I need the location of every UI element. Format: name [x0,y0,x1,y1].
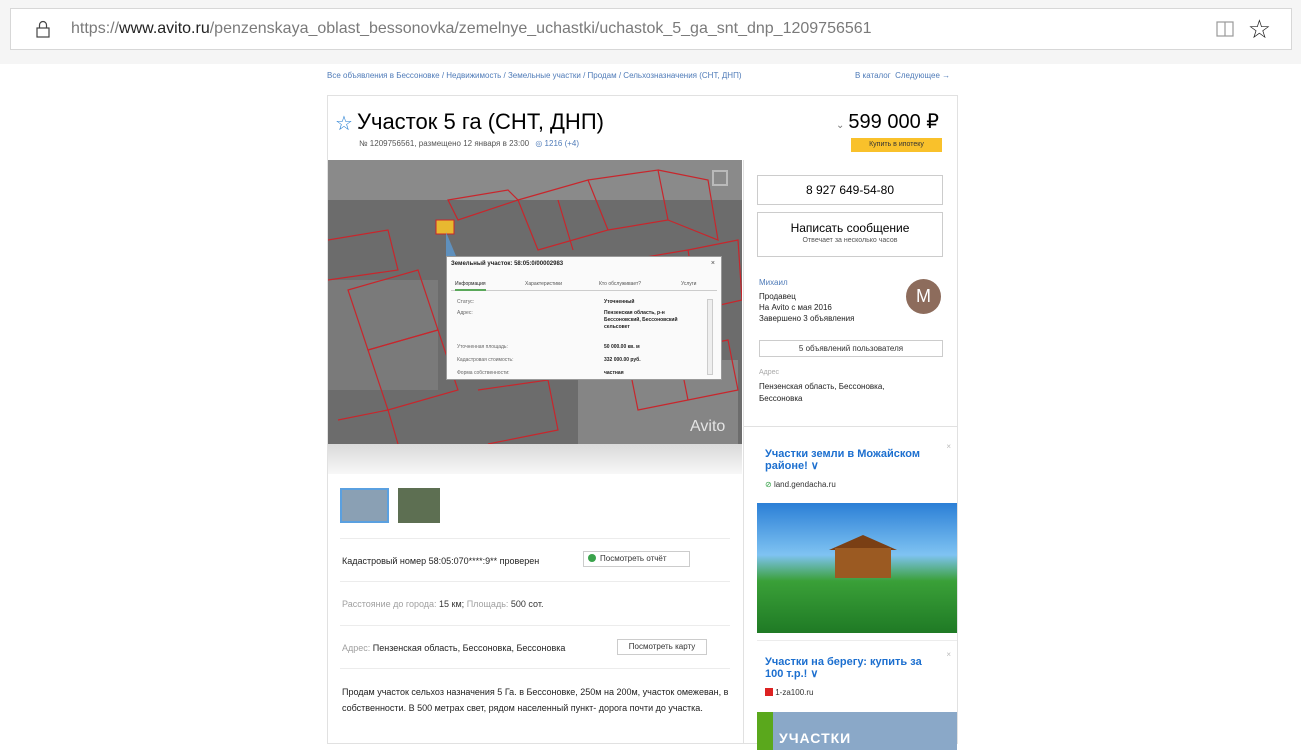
popup-close-icon[interactable]: × [711,260,715,267]
catalog-link[interactable]: В каталог [855,71,891,80]
ad-close-icon[interactable]: × [946,650,951,659]
listing-meta-text: № 1209756561, размещено 12 января в 23:0… [359,139,530,148]
fullscreen-icon[interactable] [712,170,728,186]
lock-icon [36,20,50,38]
thumbnail-2[interactable] [398,488,440,523]
popup-value-cost: 332 000.00 руб. [604,357,641,363]
photo-strip-fade [328,444,742,474]
address-value: Пензенская область, Бессоновка, Бессонов… [372,643,566,653]
popup-value-status: Уточненный [604,299,635,305]
write-message-button[interactable]: Написать сообщение Отвечает за несколько… [757,212,943,257]
browser-toolbar: https://www.avito.ru/penzenskaya_oblast_… [0,0,1301,64]
popup-value-address: Пензенская область, р-н Бессоновский, Бе… [604,310,678,330]
house [835,548,891,578]
ad-domain-text: 1-za100.ru [775,688,814,697]
response-time: Отвечает за несколько часов [802,237,898,244]
ad-block-1[interactable]: Участки земли в Можайском районе! ∨ × ⊘ … [757,442,957,634]
ad-block-2[interactable]: Участки на берегу: купить за 100 т.р.! ∨… [757,650,957,750]
address-bar[interactable]: https://www.avito.ru/penzenskaya_oblast_… [10,8,1292,50]
popup-value-ownership: частная [604,370,624,376]
view-report-button[interactable]: Посмотреть отчёт [583,551,690,567]
sidebar-address-label: Адрес [759,369,780,376]
popup-label-area: Уточненная площадь: [457,344,508,350]
popup-tab-characteristics[interactable]: Характеристики [525,281,562,287]
url-text[interactable]: https://www.avito.ru/penzenskaya_oblast_… [71,20,872,38]
distance-value: 15 км; [439,599,465,609]
avatar[interactable]: М [906,279,941,314]
ad-close-icon[interactable]: × [946,442,951,451]
seller-closed: Завершено 3 объявления [759,314,855,323]
view-report-label: Посмотреть отчёт [600,554,667,563]
popup-tab-services[interactable]: Услуги [681,281,696,287]
main-photo-map[interactable]: Земельный участок: 58:05:0/00002983 × Ин… [328,160,742,444]
breadcrumb-nav: В каталог Следующее → [855,71,950,80]
seller-info: Продавец На Avito с мая 2016 Завершено 3… [759,291,854,324]
divider [340,668,730,669]
next-link[interactable]: Следующее → [895,71,950,80]
popup-title: Земельный участок: 58:05:0/00002983 [451,261,564,267]
globe-icon: ⊘ [765,480,772,489]
listing-meta: № 1209756561, размещено 12 января в 23:0… [359,139,579,148]
popup-label-ownership: Форма собственности: [457,370,510,376]
favorite-icon[interactable]: ☆ [335,111,353,136]
reading-view-icon[interactable] [1215,19,1235,39]
price-value: 599 000 ₽ [848,111,939,133]
mortgage-button[interactable]: Купить в ипотеку [851,138,942,152]
eye-icon: ◎ [535,139,543,148]
ad-domain-text: land.gendacha.ru [773,480,836,489]
popup-value-area: 50 000.00 кв. м [604,344,640,350]
seller-name-link[interactable]: Михаил [759,278,788,287]
area-label: Площадь: [466,599,509,609]
ad-divider [757,640,957,641]
breadcrumb[interactable]: Все объявления в Бессоновке / Недвижимос… [327,71,742,80]
area-value: 500 сот. [510,599,544,609]
distance-area: Расстояние до города: 15 км; Площадь: 50… [342,599,543,609]
favorite-star-icon[interactable]: ☆ [1248,16,1271,42]
check-icon [588,554,596,562]
url-path: /penzenskaya_oblast_bessonovka/zemelnye_… [209,20,872,37]
ad-image[interactable]: УЧАСТКИ [757,712,957,750]
phone-button[interactable]: 8 927 649-54-80 [757,175,943,205]
ad-domain[interactable]: 1-za100.ru [765,688,813,697]
popup-tab-service[interactable]: Кто обслуживает? [599,281,641,287]
description: Продам участок сельхоз назначения 5 Га. … [342,687,729,713]
ad-image[interactable] [757,503,957,633]
price-dropdown-icon[interactable]: ⌄ [836,120,844,131]
divider [340,625,730,626]
view-map-button[interactable]: Посмотреть карту [617,639,707,655]
ad-title[interactable]: Участки земли в Можайском районе! ∨ [765,448,940,472]
cadastral-info: Кадастровый номер 58:05:070****:9** пров… [342,556,540,566]
address-label: Адрес: [342,643,371,653]
popup-scrollbar[interactable] [707,299,713,375]
sidebar-divider [743,426,958,427]
avito-watermark: Avito [690,418,726,435]
price: ⌄ 599 000 ₽ [836,109,939,134]
write-message-label: Написать сообщение [790,221,910,235]
distance-label: Расстояние до города: [342,599,437,609]
seller-since: На Avito с мая 2016 [759,303,832,312]
map-info-popup: Земельный участок: 58:05:0/00002983 × Ин… [446,256,722,380]
user-ads-button[interactable]: 5 объявлений пользователя [759,340,943,357]
thumbnail-1[interactable] [340,488,389,523]
ad-title[interactable]: Участки на берегу: купить за 100 т.р.! ∨ [765,656,940,680]
popup-label-status: Статус: [457,299,475,305]
popup-tabs: Информация Характеристики Кто обслуживае… [451,279,717,291]
site-favicon [765,688,773,696]
address: Адрес: Пензенская область, Бессоновка, Б… [342,643,565,653]
divider [340,538,730,539]
page-title: Участок 5 га (СНТ, ДНП) [357,109,604,134]
popup-label-address: Адрес: [457,310,473,316]
popup-tab-info[interactable]: Информация [455,281,486,291]
views-count[interactable]: ◎ 1216 (+4) [535,139,579,148]
url-domain: www.avito.ru [119,20,210,37]
ad-domain[interactable]: ⊘ land.gendacha.ru [765,480,836,489]
views-value: 1216 (+4) [544,139,580,148]
seller-role: Продавец [759,292,796,301]
popup-label-cost: Кадастровая стоимость: [457,357,514,363]
sidebar-address: Пензенская область, Бессоновка, Бессонов… [759,382,885,403]
url-prefix: https:// [71,20,120,37]
sidebar-separator [743,160,744,744]
divider [340,581,730,582]
